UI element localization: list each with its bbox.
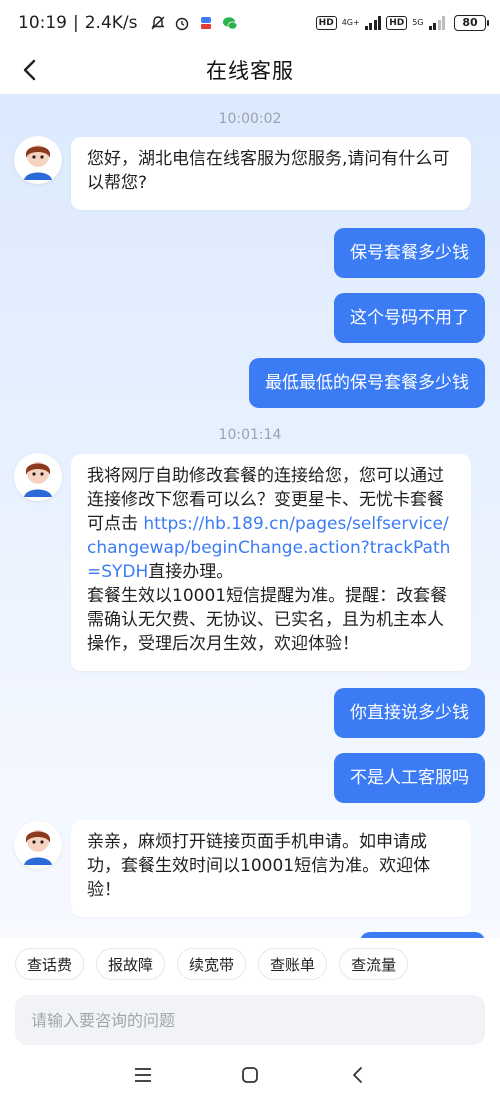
agent-avatar (14, 136, 62, 184)
status-bar: 10:19 | 2.4K/s HD 4G+ HD 5G 80 (0, 0, 500, 46)
user-message: 不是人工客服吗 (334, 753, 485, 803)
battery-icon: 80 (454, 15, 489, 31)
agent-avatar-icon (24, 462, 52, 497)
signal-icon-sim1 (364, 16, 382, 30)
status-right: HD 4G+ HD 5G 80 (315, 15, 489, 31)
menu-icon (135, 1067, 152, 1082)
message-input-box[interactable] (15, 995, 485, 1045)
quick-reply-renew-broadband[interactable]: 续宽带 (177, 948, 247, 980)
system-back-button[interactable] (342, 1060, 372, 1090)
signal-icon-sim2 (428, 16, 445, 30)
quick-reply-check-balance[interactable]: 查话费 (15, 948, 85, 980)
chat-area[interactable]: 10:00:02 您好，湖北电信在线客服为您服务,请问有什么可以帮您? 保号套餐… (0, 94, 500, 938)
timestamp: 10:01:14 (218, 427, 282, 443)
quick-reply-check-bill[interactable]: 查账单 (258, 948, 328, 980)
page-title: 在线客服 (206, 59, 294, 83)
quick-reply-report-fault[interactable]: 报故障 (96, 948, 166, 980)
message-input[interactable] (31, 1010, 469, 1030)
status-left: 10:19 | 2.4K/s (18, 13, 238, 33)
bot-message-text: 套餐生效以10001短信提醒为准。提醒：改套餐需确认无欠费、无协议、已实名，且为… (87, 586, 448, 654)
status-divider: | (73, 13, 79, 33)
agent-avatar-icon (24, 830, 52, 865)
sim2-network: 5G (412, 18, 424, 27)
header: 在线客服 (0, 46, 500, 94)
status-time: 10:19 (18, 13, 67, 33)
home-icon (242, 1066, 258, 1083)
user-message: 保号套餐多少钱 (334, 228, 485, 278)
agent-avatar-icon (24, 145, 52, 180)
back-icon (352, 1066, 362, 1083)
agent-avatar (14, 821, 62, 869)
bot-message: 您好，湖北电信在线客服为您服务,请问有什么可以帮您? (71, 137, 471, 210)
hd-badge-sim2: HD (386, 16, 408, 30)
user-message: 这个号码不用了 (334, 293, 485, 343)
mute-icon (151, 16, 165, 30)
wechat-icon (222, 17, 237, 30)
agent-avatar (14, 453, 62, 501)
hd-badge-sim1: HD (315, 16, 337, 30)
menu-button[interactable] (128, 1060, 158, 1090)
timestamp: 10:00:02 (218, 111, 282, 127)
user-message: 你直接说多少钱 (334, 688, 485, 738)
quick-reply-check-data[interactable]: 查流量 (339, 948, 409, 980)
status-icons (150, 15, 238, 31)
user-message: 最低最低的保号套餐多少钱 (249, 358, 485, 408)
chevron-left-icon (23, 59, 36, 81)
quick-reply-bar: 查话费 报故障 续宽带 查账单 查流量 (0, 938, 500, 990)
bot-message: 我将网厅自助修改套餐的连接给您，您可以通过连接修改下您看可以么？变更星卡、无忧卡… (71, 454, 471, 671)
network-speed: 2.4K/s (84, 13, 138, 33)
system-nav-bar (0, 1052, 500, 1097)
app-notification-icon (200, 17, 211, 29)
bot-message: 亲亲，麻烦打开链接页面手机申请。如申请成功，套餐生效时间以10001短信为准。欢… (71, 820, 471, 917)
sim1-network: 4G+ (341, 18, 360, 27)
home-button[interactable] (235, 1060, 265, 1090)
back-button[interactable] (14, 54, 46, 86)
bot-message-text: 直接办理。 (148, 562, 234, 582)
alarm-icon (175, 17, 188, 31)
